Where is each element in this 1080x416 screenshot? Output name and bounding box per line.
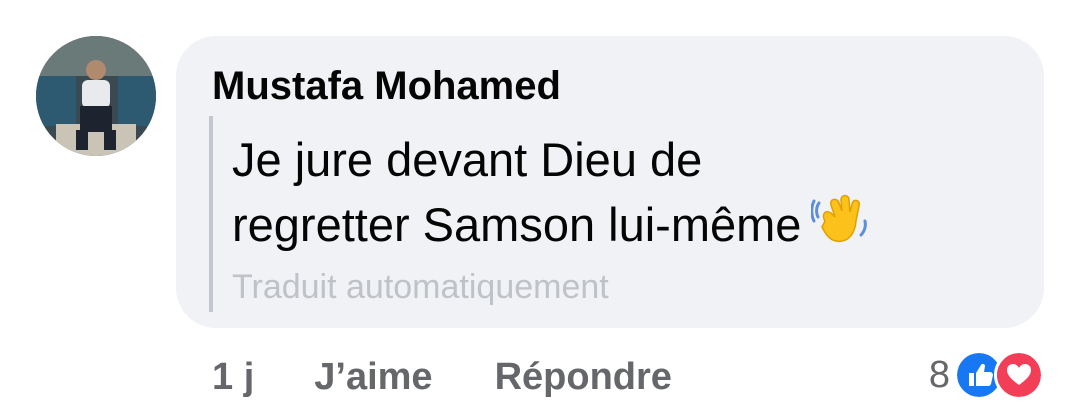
translation-quote-bar [209, 116, 213, 312]
waving-hand-emoji-icon [810, 191, 869, 264]
auto-translated-label[interactable]: Traduit automatiquement [232, 268, 609, 307]
comment-text-line-2: regretter Samson lui-même [232, 191, 1022, 264]
love-reaction-icon [994, 350, 1044, 400]
comment-author-name[interactable]: Mustafa Mohamed [212, 64, 561, 109]
author-avatar[interactable] [36, 36, 156, 156]
reaction-summary[interactable]: 8 [929, 350, 1044, 400]
like-button[interactable]: J’aime [314, 356, 432, 399]
comment-text: Je jure devant Dieu de regretter Samson … [232, 128, 1022, 264]
reaction-count: 8 [928, 353, 950, 396]
comment-text-line-1: Je jure devant Dieu de [232, 133, 703, 186]
comment-timestamp[interactable]: 1 j [212, 356, 254, 399]
comment-actions: 1 j J’aime Répondre [212, 356, 672, 399]
comment-text-line-2-text: regretter Samson lui-même [232, 198, 802, 251]
reply-button[interactable]: Répondre [495, 356, 672, 399]
